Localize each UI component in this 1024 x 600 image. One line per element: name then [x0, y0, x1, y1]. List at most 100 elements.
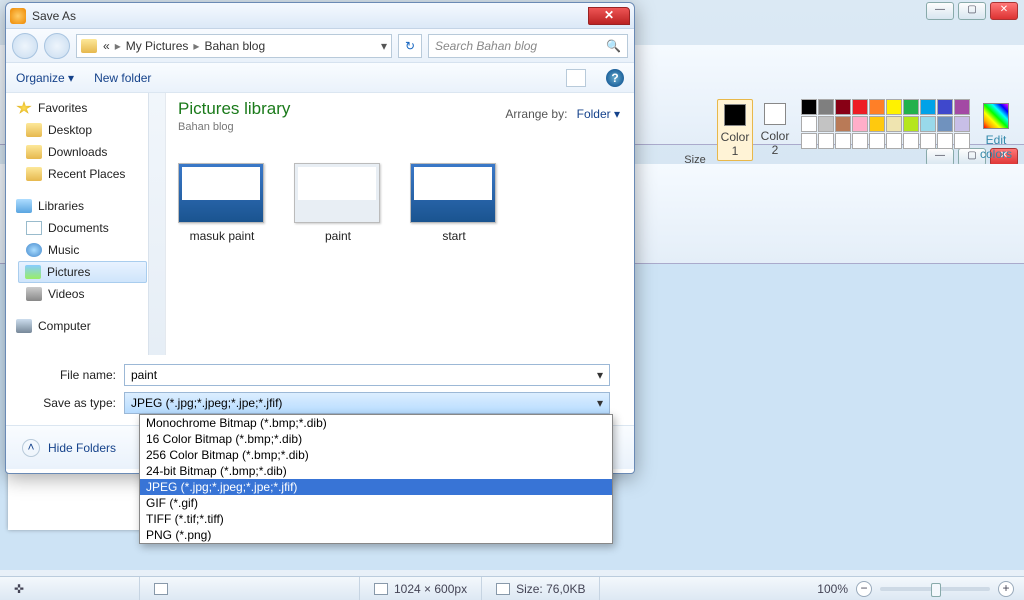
color-swatch[interactable]	[835, 133, 851, 149]
zoom-control[interactable]: 100% − +	[817, 581, 1024, 597]
dialog-body: Favorites Desktop Downloads Recent Place…	[6, 93, 634, 355]
color-swatch[interactable]	[937, 99, 953, 115]
folder-icon	[26, 145, 42, 159]
sidebar-label: Videos	[48, 287, 84, 301]
close-button[interactable]: ✕	[990, 2, 1018, 20]
back-button[interactable]	[12, 33, 38, 59]
titlebar[interactable]: Save As ✕	[6, 3, 634, 29]
sidebar-item-downloads[interactable]: Downloads	[6, 141, 165, 163]
color-swatch[interactable]	[937, 133, 953, 149]
video-icon	[26, 287, 42, 301]
color-swatch[interactable]	[920, 116, 936, 132]
color-swatch[interactable]	[869, 133, 885, 149]
filetype-options[interactable]: Monochrome Bitmap (*.bmp;*.dib)16 Color …	[139, 414, 613, 544]
color-swatch[interactable]	[937, 116, 953, 132]
breadcrumb-item[interactable]: Bahan blog	[204, 39, 265, 53]
color1-button[interactable]: Color 1	[717, 99, 753, 161]
color-swatch[interactable]	[869, 99, 885, 115]
filetype-dropdown[interactable]: JPEG (*.jpg;*.jpeg;*.jpe;*.jfif)▾	[124, 392, 610, 414]
dropdown-icon[interactable]: ▾	[597, 368, 603, 382]
color-swatch[interactable]	[852, 133, 868, 149]
search-placeholder: Search Bahan blog	[435, 39, 537, 53]
filetype-option[interactable]: 16 Color Bitmap (*.bmp;*.dib)	[140, 431, 612, 447]
color-swatch[interactable]	[886, 133, 902, 149]
color-palette[interactable]	[801, 99, 970, 149]
maximize-button[interactable]: ▢	[958, 2, 986, 20]
color-swatch[interactable]	[954, 116, 970, 132]
color-swatch[interactable]	[886, 116, 902, 132]
color-swatch[interactable]	[903, 116, 919, 132]
collapse-icon[interactable]: ˄	[22, 439, 40, 457]
search-input[interactable]: Search Bahan blog 🔍	[428, 34, 628, 58]
sidebar-item-recent[interactable]: Recent Places	[6, 163, 165, 185]
color-swatch[interactable]	[801, 116, 817, 132]
sidebar-computer[interactable]: Computer	[6, 315, 165, 337]
refresh-button[interactable]: ↻	[398, 34, 422, 58]
edit-colors-button[interactable]: Edit colors	[976, 99, 1016, 161]
thumb-label: start	[410, 229, 498, 243]
size-dropdown[interactable]: Size	[675, 99, 715, 166]
zoom-out-button[interactable]: −	[856, 581, 872, 597]
arrange-value[interactable]: Folder ▾	[577, 107, 620, 121]
new-folder-button[interactable]: New folder	[94, 71, 151, 85]
color-swatch[interactable]	[818, 133, 834, 149]
breadcrumb-dropdown[interactable]: ▾	[381, 39, 387, 53]
color-swatch[interactable]	[852, 116, 868, 132]
filetype-option[interactable]: JPEG (*.jpg;*.jpeg;*.jpe;*.jfif)	[140, 479, 612, 495]
dropdown-icon[interactable]: ▾	[597, 396, 603, 410]
color-swatch[interactable]	[869, 116, 885, 132]
color-swatch[interactable]	[835, 116, 851, 132]
sidebar-item-pictures[interactable]: Pictures	[18, 261, 147, 283]
color-swatch[interactable]	[954, 99, 970, 115]
close-icon[interactable]: ✕	[588, 7, 630, 25]
breadcrumb-prefix: «	[103, 39, 110, 53]
zoom-slider[interactable]	[880, 587, 990, 591]
hide-folders-button[interactable]: Hide Folders	[48, 441, 116, 455]
filename-input[interactable]: paint ▾	[124, 364, 610, 386]
color2-button[interactable]: Color 2	[757, 99, 793, 159]
sidebar-item-documents[interactable]: Documents	[6, 217, 165, 239]
thumb-image	[294, 163, 380, 223]
color-swatch[interactable]	[801, 99, 817, 115]
file-thumb[interactable]: masuk paint	[178, 163, 266, 243]
filetype-option[interactable]: TIFF (*.tif;*.tiff)	[140, 511, 612, 527]
filename-value: paint	[131, 368, 157, 382]
color-swatch[interactable]	[920, 133, 936, 149]
breadcrumb-item[interactable]: My Pictures	[126, 39, 189, 53]
pictures-icon	[25, 265, 41, 279]
color-swatch[interactable]	[818, 99, 834, 115]
help-icon[interactable]: ?	[606, 69, 624, 87]
color-swatch[interactable]	[852, 99, 868, 115]
filetype-option[interactable]: 24-bit Bitmap (*.bmp;*.dib)	[140, 463, 612, 479]
sidebar-label: Pictures	[47, 265, 90, 279]
arrange-by[interactable]: Arrange by: Folder ▾	[505, 107, 620, 121]
filetype-option[interactable]: GIF (*.gif)	[140, 495, 612, 511]
color-swatch[interactable]	[903, 99, 919, 115]
filetype-option[interactable]: Monochrome Bitmap (*.bmp;*.dib)	[140, 415, 612, 431]
filetype-option[interactable]: PNG (*.png)	[140, 527, 612, 543]
sidebar-item-music[interactable]: Music	[6, 239, 165, 261]
sidebar-favorites[interactable]: Favorites	[6, 97, 165, 119]
sidebar-item-videos[interactable]: Videos	[6, 283, 165, 305]
filetype-option[interactable]: 256 Color Bitmap (*.bmp;*.dib)	[140, 447, 612, 463]
color-swatch[interactable]	[920, 99, 936, 115]
color-swatch[interactable]	[886, 99, 902, 115]
breadcrumb[interactable]: « ▸ My Pictures ▸ Bahan blog ▾	[76, 34, 392, 58]
color-swatch[interactable]	[954, 133, 970, 149]
color-swatch[interactable]	[903, 133, 919, 149]
forward-button[interactable]	[44, 33, 70, 59]
filetype-row: Save as type: JPEG (*.jpg;*.jpeg;*.jpe;*…	[6, 389, 634, 417]
filename-label: File name:	[30, 368, 116, 382]
color-swatch[interactable]	[818, 116, 834, 132]
sidebar-item-desktop[interactable]: Desktop	[6, 119, 165, 141]
organize-button[interactable]: Organize ▾	[16, 71, 74, 85]
file-thumb[interactable]: start	[410, 163, 498, 243]
file-thumb[interactable]: paint	[294, 163, 382, 243]
color-swatch[interactable]	[801, 133, 817, 149]
color-swatch[interactable]	[835, 99, 851, 115]
filename-row: File name: paint ▾	[6, 361, 634, 389]
view-button[interactable]	[566, 69, 586, 87]
minimize-button[interactable]: —	[926, 2, 954, 20]
sidebar-libraries[interactable]: Libraries	[6, 195, 165, 217]
zoom-in-button[interactable]: +	[998, 581, 1014, 597]
